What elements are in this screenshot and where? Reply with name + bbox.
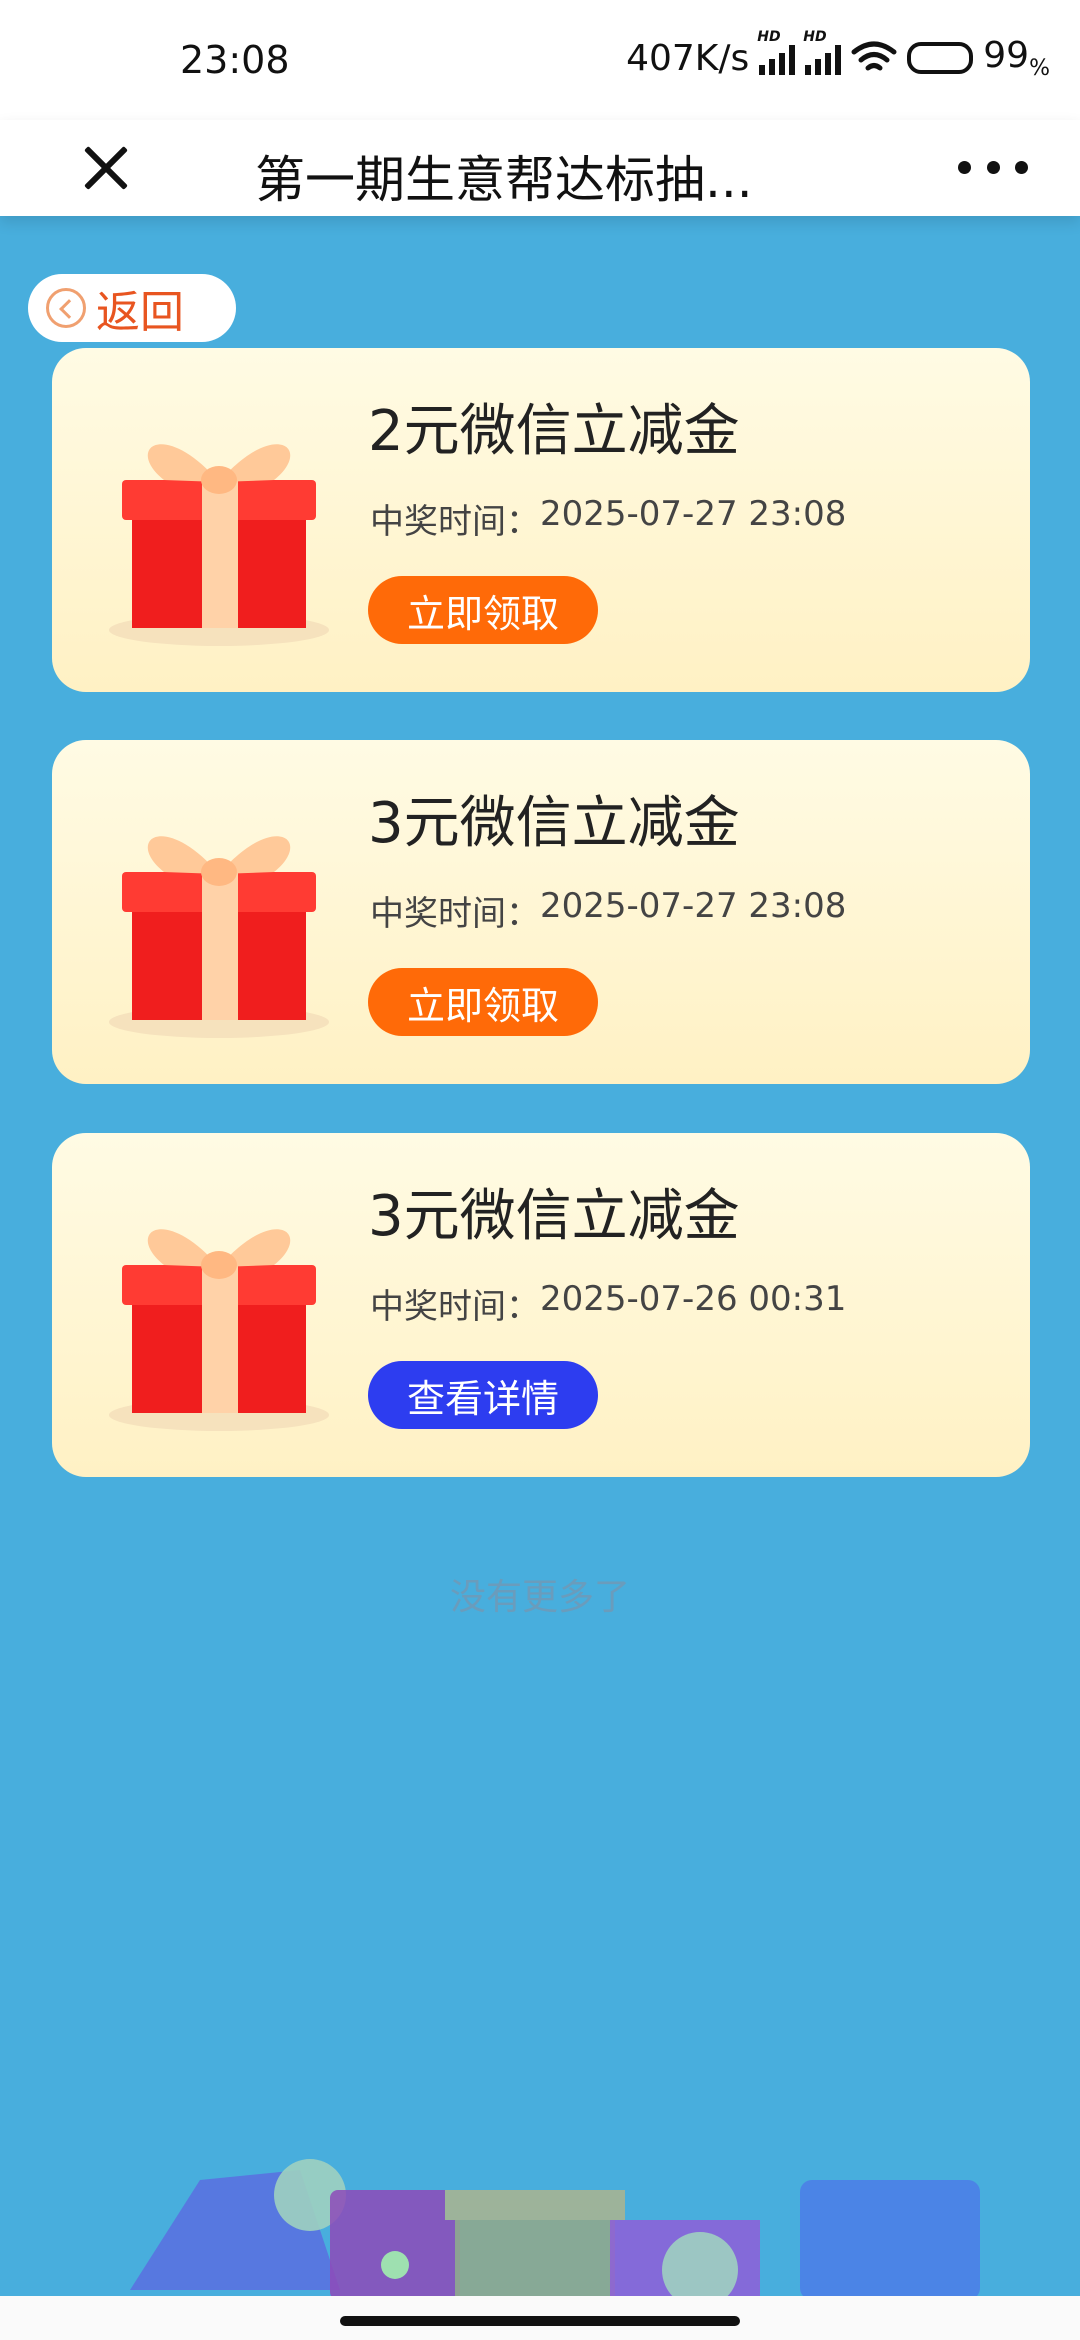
battery-percent: 99% <box>983 34 1050 82</box>
back-label: 返回 <box>96 287 184 338</box>
prize-card: 2元微信立减金 中奖时间： 2025-07-27 23:08 立即领取 <box>52 348 1030 692</box>
network-speed: 407K/s <box>626 37 750 79</box>
gift-icon <box>109 1229 329 1431</box>
gift-icon <box>109 836 329 1038</box>
end-of-list-text: 没有更多了 <box>449 1577 630 1618</box>
battery-icon <box>907 42 974 74</box>
signal-icon: HD <box>757 29 796 75</box>
prize-title: 3元微信立减金 <box>368 791 740 856</box>
back-chevron-icon <box>46 288 86 328</box>
signal-icon: HD <box>803 29 842 75</box>
prize-time-label: 中奖时间： <box>370 894 540 934</box>
prize-time: 中奖时间： 2025-07-27 23:08 <box>370 494 846 543</box>
prize-time-label: 中奖时间： <box>370 1287 540 1327</box>
status-bar: 23:08 407K/s HD HD 99% <box>0 0 1080 120</box>
prize-time-value: 2025-07-26 00:31 <box>540 1279 847 1319</box>
prize-time-label: 中奖时间： <box>370 502 540 542</box>
page-title: 第一期生意帮达标抽... <box>255 151 753 209</box>
gift-icon <box>109 444 329 646</box>
signal-hd-label: HD <box>757 29 781 45</box>
signal-hd-label: HD <box>803 29 827 45</box>
claim-button[interactable]: 立即领取 <box>368 968 598 1036</box>
status-time: 23:08 <box>180 38 290 82</box>
more-icon[interactable] <box>958 142 1028 192</box>
home-indicator[interactable] <box>340 2316 740 2326</box>
status-indicators: 407K/s HD HD 99% <box>626 29 1050 82</box>
prize-card: 3元微信立减金 中奖时间： 2025-07-27 23:08 立即领取 <box>52 740 1030 1084</box>
prize-time-value: 2025-07-27 23:08 <box>540 494 847 534</box>
nav-bar: 第一期生意帮达标抽... <box>0 120 1080 216</box>
prize-time: 中奖时间： 2025-07-27 23:08 <box>370 886 846 935</box>
prize-card: 3元微信立减金 中奖时间： 2025-07-26 00:31 查看详情 <box>52 1133 1030 1477</box>
prize-time-value: 2025-07-27 23:08 <box>540 886 847 926</box>
decorative-illustration <box>130 2159 980 2300</box>
claim-button[interactable]: 立即领取 <box>368 576 598 644</box>
prize-time: 中奖时间： 2025-07-26 00:31 <box>370 1279 846 1328</box>
prize-title: 2元微信立减金 <box>368 399 740 464</box>
wifi-icon <box>851 41 897 71</box>
view-details-button[interactable]: 查看详情 <box>368 1361 598 1429</box>
back-button[interactable]: 返回 <box>28 274 236 342</box>
close-icon[interactable] <box>70 132 140 202</box>
prize-title: 3元微信立减金 <box>368 1184 740 1249</box>
